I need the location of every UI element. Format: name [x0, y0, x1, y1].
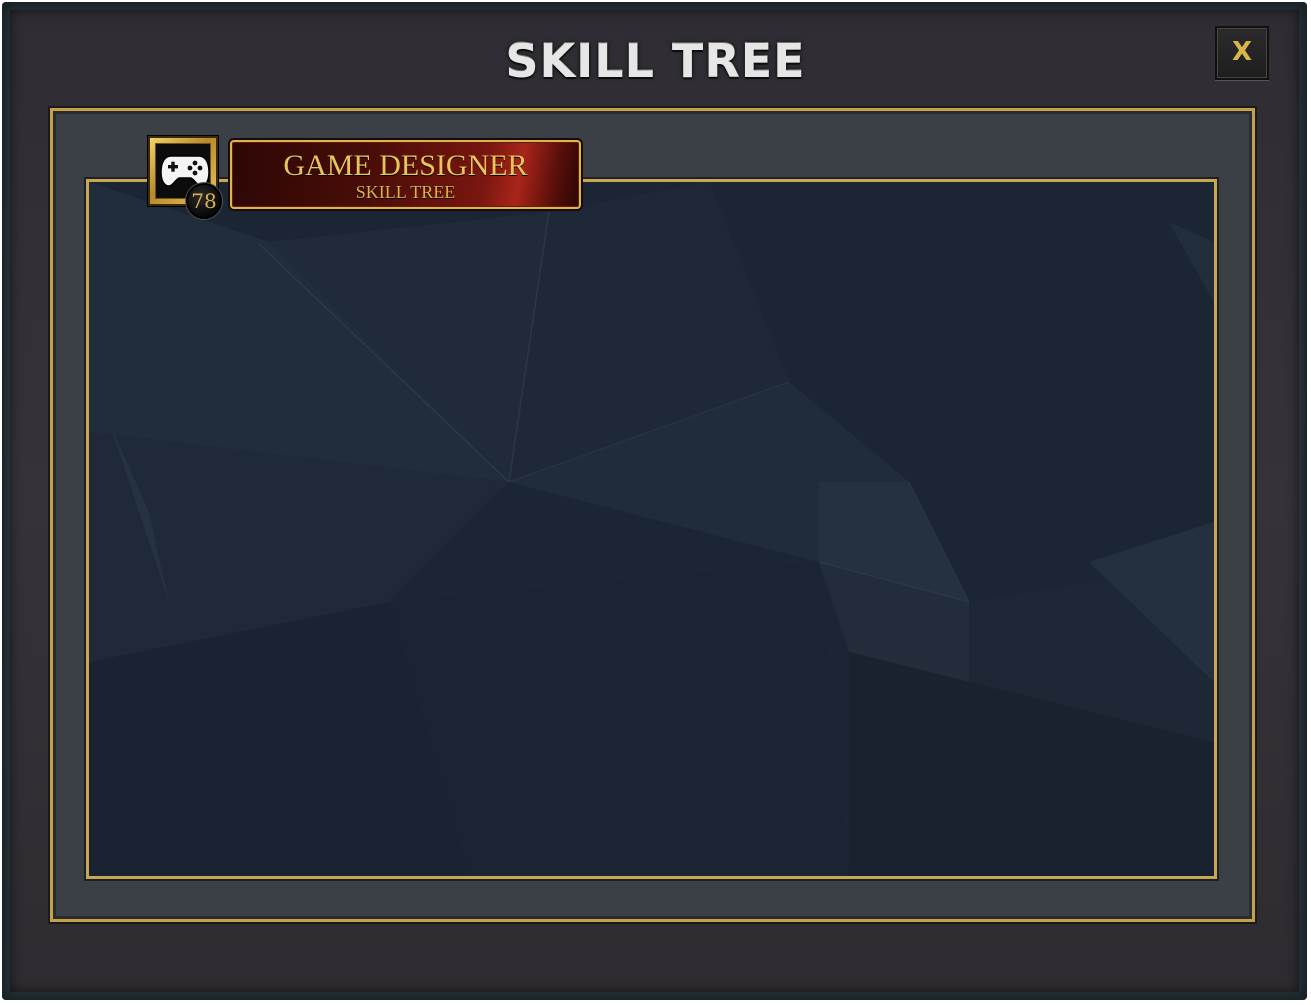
skill-tree-canvas — [86, 179, 1217, 879]
close-button[interactable]: X — [1215, 26, 1269, 80]
window-title: SKILL TREE — [505, 34, 806, 88]
skill-name: GAME DESIGNER — [283, 149, 528, 182]
skill-subtitle: SKILL TREE — [355, 182, 456, 202]
level-badge: 78 — [186, 183, 222, 219]
faceted-background — [89, 182, 1214, 876]
skill-name-plate: GAME DESIGNER SKILL TREE — [230, 140, 581, 209]
